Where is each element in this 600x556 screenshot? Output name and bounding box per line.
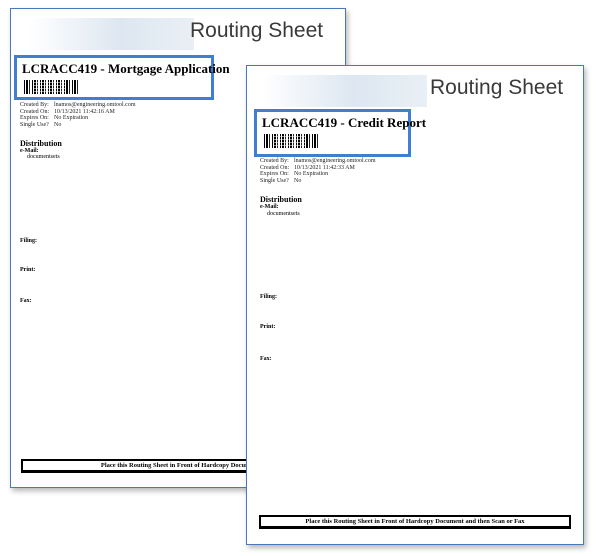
barcode-image: [24, 80, 80, 94]
single-use-label: Single Use?: [20, 121, 49, 128]
job-highlight-box: LCRACC419 - Mortgage Application: [14, 55, 230, 100]
header-logo-band: [29, 18, 194, 50]
print-label: Print:: [260, 324, 276, 330]
header-logo-band: [262, 75, 427, 107]
single-use-value: No: [54, 121, 62, 128]
routing-sheet-credit-report: Routing Sheet LCRACC419 - Credit Report …: [246, 65, 584, 545]
single-use-value: No: [294, 177, 302, 184]
filing-label: Filing:: [260, 294, 278, 300]
job-title: LCRACC419 - Credit Report: [262, 115, 427, 130]
job-highlight-box: LCRACC419 - Credit Report: [254, 109, 426, 157]
email-value: documentsets: [267, 211, 300, 217]
fax-label: Fax:: [20, 298, 32, 304]
sheet-title: Routing Sheet: [430, 76, 564, 99]
single-use-label: Single Use?: [260, 177, 289, 184]
email-label: e-Mail:: [260, 204, 279, 210]
filing-label: Filing:: [20, 238, 38, 244]
sheet-title: Routing Sheet: [190, 19, 324, 42]
footer-instruction: Place this Routing Sheet in Front of Har…: [259, 515, 571, 529]
fax-label: Fax:: [260, 356, 272, 362]
sheet-metadata: Created By: lnamos@engineering.omtool.com…: [20, 102, 136, 128]
distribution-heading: Distribution: [20, 139, 62, 148]
print-label: Print:: [20, 267, 36, 273]
distribution-heading: Distribution: [260, 195, 302, 204]
email-value: documentsets: [27, 154, 60, 160]
sheet-metadata: Created By: lnamos@engineering.omtool.com…: [260, 158, 376, 184]
job-title: LCRACC419 - Mortgage Application: [22, 61, 230, 76]
barcode-image: [264, 134, 320, 148]
